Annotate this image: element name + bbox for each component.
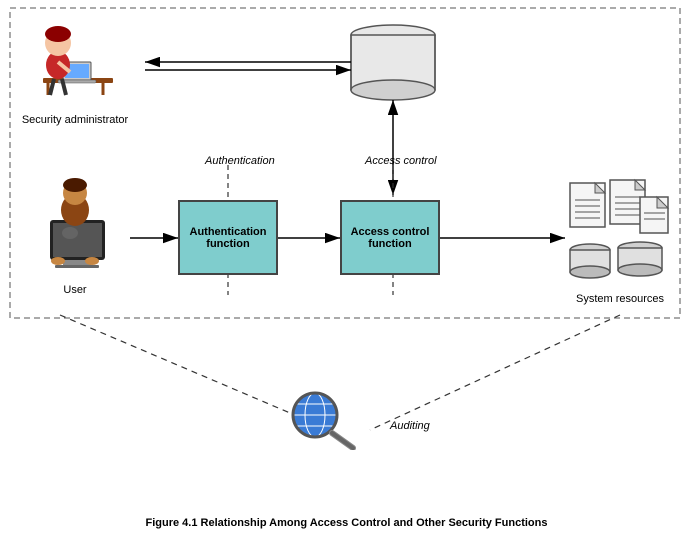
auth-function-label: Authentication function bbox=[180, 226, 276, 250]
user-figure: User bbox=[20, 175, 130, 296]
auditing-figure bbox=[285, 390, 365, 453]
security-admin-label: Security administrator bbox=[20, 114, 130, 126]
security-admin-figure: Security administrator bbox=[20, 10, 130, 126]
auth-function-box: Authentication function bbox=[178, 200, 278, 275]
user-icon bbox=[20, 175, 130, 280]
security-admin-icon bbox=[28, 10, 123, 110]
system-resources-label: System resources bbox=[565, 293, 675, 305]
magnifier-icon bbox=[285, 390, 365, 450]
authentication-label: Authentication bbox=[205, 155, 275, 167]
access-control-box: Access control function bbox=[340, 200, 440, 275]
access-control-function-label: Access control function bbox=[342, 226, 438, 250]
user-label: User bbox=[20, 284, 130, 296]
auditing-label: Auditing bbox=[390, 420, 430, 432]
system-resources-figure: System resources bbox=[565, 175, 675, 305]
system-resources-icon bbox=[565, 175, 675, 285]
access-control-label: Access control bbox=[365, 155, 437, 167]
figure-caption: Figure 4.1 Relationship Among Access Con… bbox=[0, 517, 693, 529]
